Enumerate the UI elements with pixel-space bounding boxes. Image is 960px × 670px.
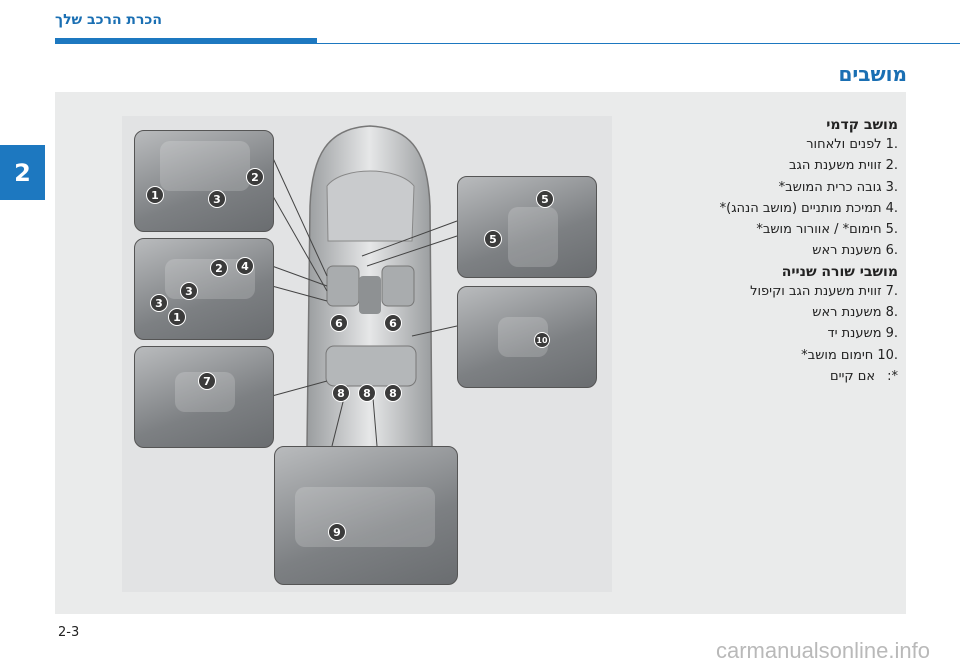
console-inset xyxy=(457,176,597,278)
chapter-tab[interactable]: 2 xyxy=(0,145,45,200)
list-item: .10חימום מושב* xyxy=(801,347,898,363)
rear-seat-inset xyxy=(134,346,274,448)
list-item: .6משענת ראש xyxy=(812,243,898,259)
list-item: .4תמיכת מותניים (מושב הנהג)* xyxy=(719,200,898,216)
callout-8: 8 xyxy=(358,384,376,402)
callout-3: 3 xyxy=(208,190,226,208)
header-title: הכרת הרכב שלך xyxy=(55,12,162,28)
callout-8: 8 xyxy=(332,384,350,402)
seat-controls-inset xyxy=(134,238,274,340)
seats-illustration: 1 2 3 2 4 3 3 1 7 5 5 10 9 6 6 8 8 8 xyxy=(122,116,612,592)
list-item: .3גובה כרית המושב* xyxy=(778,179,898,195)
callout-6: 6 xyxy=(330,314,348,332)
callout-2: 2 xyxy=(246,168,264,186)
callout-10: 10 xyxy=(534,332,550,348)
callout-5: 5 xyxy=(484,230,502,248)
armrest-inset xyxy=(274,446,458,585)
footnote: *:אם קיים xyxy=(829,368,898,384)
callout-5: 5 xyxy=(536,190,554,208)
list-item: .2זווית משענת הגב xyxy=(788,158,898,174)
seat-features-list: מושב קדמי .1לפנים ולאחור .2זווית משענת ה… xyxy=(628,117,898,387)
list-item: .5חימום* / אוורור מושב* xyxy=(756,222,898,238)
section-title: מושבים xyxy=(838,62,907,86)
callout-7: 7 xyxy=(198,372,216,390)
callout-1: 1 xyxy=(168,308,186,326)
callout-8: 8 xyxy=(384,384,402,402)
page-number: 2-3 xyxy=(58,625,80,640)
list-item: .1לפנים ולאחור xyxy=(806,137,898,152)
list-item: .9משענת יד xyxy=(827,326,899,342)
list-item: .8משענת ראש xyxy=(812,305,898,321)
rear-seats-title: מושבי שורה שנייה xyxy=(781,263,898,280)
callout-2: 2 xyxy=(210,259,228,277)
callout-3: 3 xyxy=(150,294,168,312)
rear-switch-inset xyxy=(457,286,597,388)
callout-9: 9 xyxy=(328,523,346,541)
callout-6: 6 xyxy=(384,314,402,332)
list-item: .7זווית משענת הגב וקיפול xyxy=(750,283,898,299)
callout-4: 4 xyxy=(236,257,254,275)
header-rule xyxy=(317,43,960,44)
header-bar xyxy=(55,38,317,44)
front-seats-title: מושב קדמי xyxy=(826,117,898,133)
callout-3: 3 xyxy=(180,282,198,300)
callout-1: 1 xyxy=(146,186,164,204)
watermark: carmanualsonline.info xyxy=(715,638,930,663)
